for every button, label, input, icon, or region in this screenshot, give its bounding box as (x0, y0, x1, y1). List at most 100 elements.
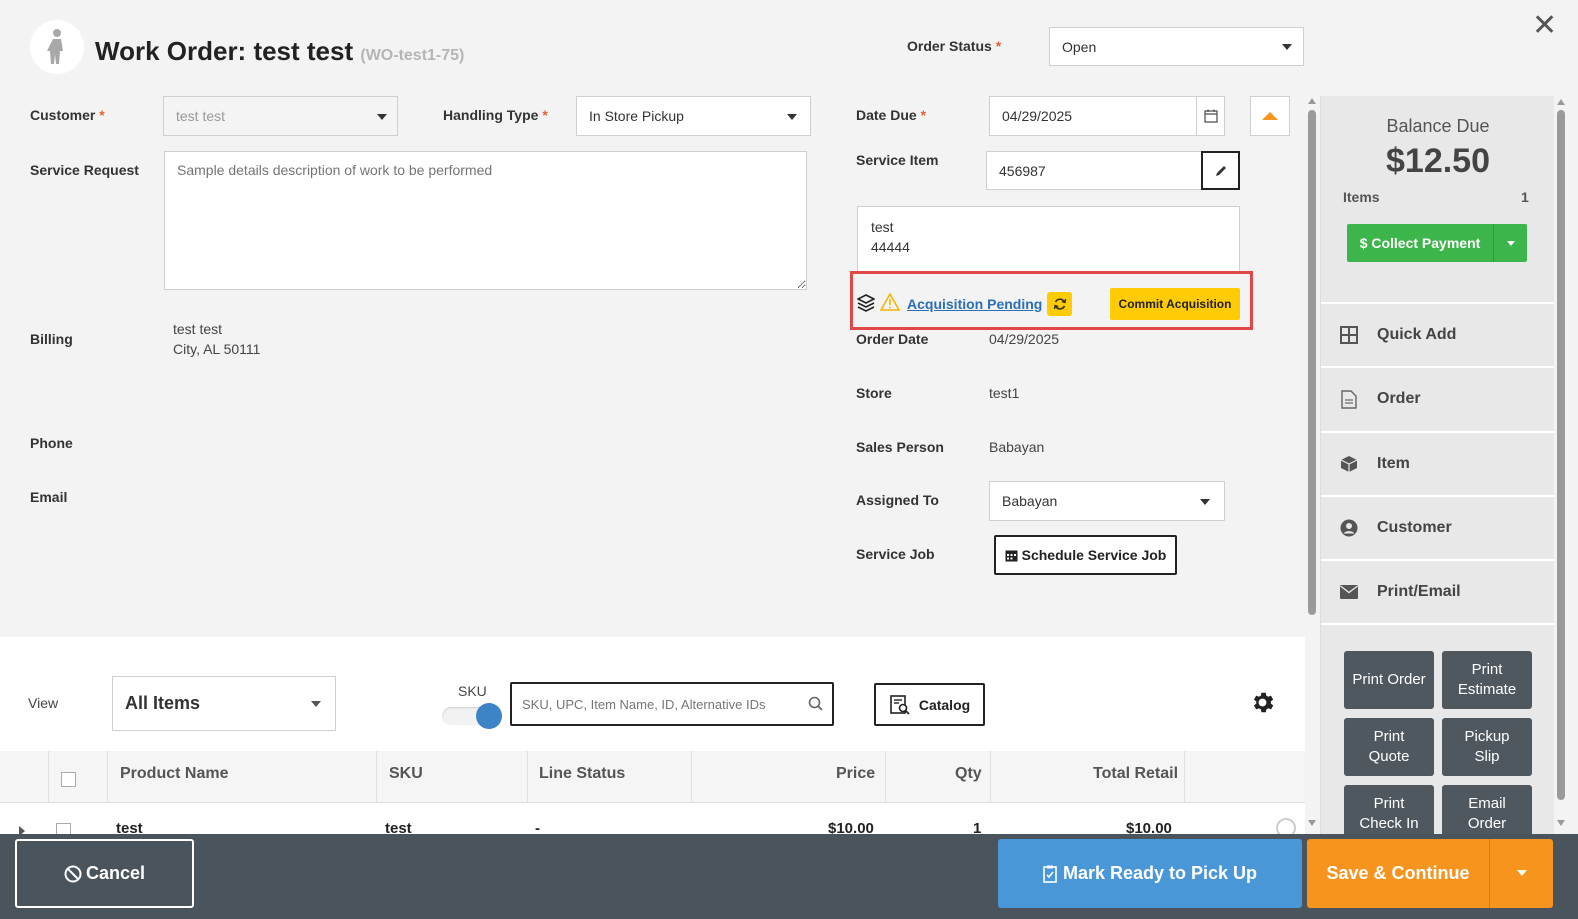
chevron-down-icon (1200, 499, 1210, 505)
warning-icon (880, 293, 900, 311)
col-header-sku[interactable]: SKU (389, 765, 423, 783)
col-divider (1184, 751, 1185, 803)
order-sidebar: Balance Due $12.50 Items 1 $ Collect Pay… (1320, 96, 1554, 836)
col-header-product-name[interactable]: Product Name (120, 765, 228, 783)
row-checkbox[interactable] (56, 823, 71, 834)
collect-payment-button[interactable]: $ Collect Payment (1347, 224, 1493, 262)
layers-icon (857, 294, 875, 312)
scrollbar-thumb[interactable] (1557, 110, 1565, 800)
col-header-qty[interactable]: Qty (955, 765, 982, 783)
search-icon[interactable] (808, 696, 824, 712)
order-date-label: Order Date (856, 331, 929, 347)
service-item-label: Service Item (856, 152, 939, 168)
scroll-down-arrow[interactable] (1308, 820, 1316, 826)
scroll-down-arrow[interactable] (1557, 820, 1565, 826)
pickup-slip-button[interactable]: Pickup Slip (1442, 718, 1532, 776)
sales-person-value: Babayan (989, 439, 1045, 455)
sku-toggle[interactable] (442, 703, 502, 729)
customer-select[interactable]: test test (163, 96, 398, 136)
sidebar-item-item[interactable]: Item (1321, 431, 1554, 495)
chevron-down-icon (787, 114, 797, 120)
store-value: test1 (989, 385, 1020, 401)
schedule-service-job-button[interactable]: Schedule Service Job (994, 535, 1177, 575)
box-icon (1321, 455, 1377, 473)
scrollbar-thumb[interactable] (1308, 110, 1316, 615)
view-label: View (28, 695, 59, 711)
catalog-button[interactable]: Catalog (874, 683, 985, 726)
scroll-up-arrow[interactable] (1308, 98, 1316, 104)
table-row[interactable]: test test - $10.00 1 $10.00 (0, 804, 1305, 834)
row-sku: test (385, 820, 412, 834)
row-action-icon[interactable] (1276, 818, 1296, 834)
sidebar-item-print-email[interactable]: Print/Email (1321, 559, 1554, 623)
store-label: Store (856, 385, 892, 401)
chevron-down-icon (311, 701, 321, 707)
close-icon[interactable]: ✕ (1532, 8, 1557, 43)
email-label: Email (30, 489, 68, 505)
chevron-down-icon (1507, 241, 1515, 246)
sku-toggle-label: SKU (458, 683, 487, 699)
col-header-line-status[interactable]: Line Status (539, 765, 625, 783)
col-header-total-retail[interactable]: Total Retail (1093, 765, 1178, 783)
calendar-icon[interactable] (1196, 97, 1224, 135)
print-order-button[interactable]: Print Order (1344, 651, 1434, 709)
customer-label: Customer * (30, 107, 105, 123)
page-title: Work Order: test test (WO-test1-75) (95, 36, 464, 67)
refresh-button[interactable] (1047, 292, 1072, 316)
toggle-knob[interactable] (476, 703, 502, 729)
scroll-up-arrow[interactable] (1557, 99, 1565, 105)
col-divider (990, 751, 991, 803)
sidebar-item-quick-add[interactable]: Quick Add (1321, 302, 1554, 366)
print-estimate-button[interactable]: Print Estimate (1442, 651, 1532, 709)
sidebar-item-order[interactable]: Order (1321, 366, 1554, 430)
handling-type-select[interactable]: In Store Pickup (576, 96, 811, 136)
sidebar-item-customer[interactable]: Customer (1321, 495, 1554, 559)
grid-icon (1321, 326, 1377, 344)
col-header-price[interactable]: Price (836, 765, 875, 783)
catalog-search-icon (890, 694, 910, 715)
page-title-text: Work Order: test test (95, 36, 354, 66)
assigned-to-label: Assigned To (856, 492, 939, 508)
col-divider (691, 751, 692, 803)
acquisition-pending-link[interactable]: Acquisition Pending (907, 296, 1042, 312)
view-select[interactable]: All Items (112, 676, 336, 731)
ban-icon (64, 865, 82, 882)
col-divider (107, 751, 108, 803)
print-quote-button[interactable]: Print Quote (1344, 718, 1434, 776)
service-request-textarea[interactable] (164, 151, 807, 290)
col-divider (48, 751, 49, 803)
save-continue-button[interactable]: Save & Continue (1307, 839, 1489, 908)
main-scrollbar[interactable] (1306, 96, 1318, 832)
row-qty: 1 (973, 820, 982, 834)
service-request-label: Service Request (30, 162, 139, 178)
item-search-input[interactable] (522, 694, 792, 714)
refresh-icon (1053, 298, 1066, 310)
collect-payment-dropdown[interactable] (1493, 224, 1527, 262)
mark-ready-button[interactable]: Mark Ready to Pick Up (998, 839, 1302, 908)
service-item-input[interactable]: 456987 (986, 151, 1202, 190)
col-divider (527, 751, 528, 803)
select-all-checkbox[interactable] (61, 772, 76, 787)
save-options-dropdown[interactable] (1489, 839, 1553, 908)
email-order-button[interactable]: Email Order (1442, 785, 1532, 836)
order-status-select[interactable]: Open (1049, 27, 1304, 66)
print-check-in-button[interactable]: Print Check In (1344, 785, 1434, 836)
gear-icon[interactable] (1249, 689, 1276, 716)
date-due-input[interactable]: 04/29/2025 (989, 96, 1225, 136)
row-line-status: - (535, 820, 540, 834)
billing-address: City, AL 50111 (173, 341, 261, 357)
expand-row-icon[interactable] (19, 826, 25, 834)
balance-due-value: $12.50 (1386, 142, 1490, 180)
user-circle-icon (1321, 519, 1377, 537)
assigned-to-select[interactable]: Babayan (989, 481, 1225, 521)
billing-name: test test (173, 321, 223, 337)
row-total: $10.00 (1126, 820, 1172, 834)
commit-acquisition-button[interactable]: Commit Acquisition (1110, 288, 1240, 320)
edit-service-item-button[interactable] (1201, 151, 1240, 190)
caret-up-icon (1262, 112, 1278, 120)
menu-divider (1321, 623, 1554, 625)
sidebar-scrollbar[interactable] (1554, 96, 1568, 832)
chevron-down-icon (377, 114, 387, 120)
cancel-button[interactable]: Cancel (15, 839, 194, 908)
collapse-button[interactable] (1250, 96, 1290, 136)
